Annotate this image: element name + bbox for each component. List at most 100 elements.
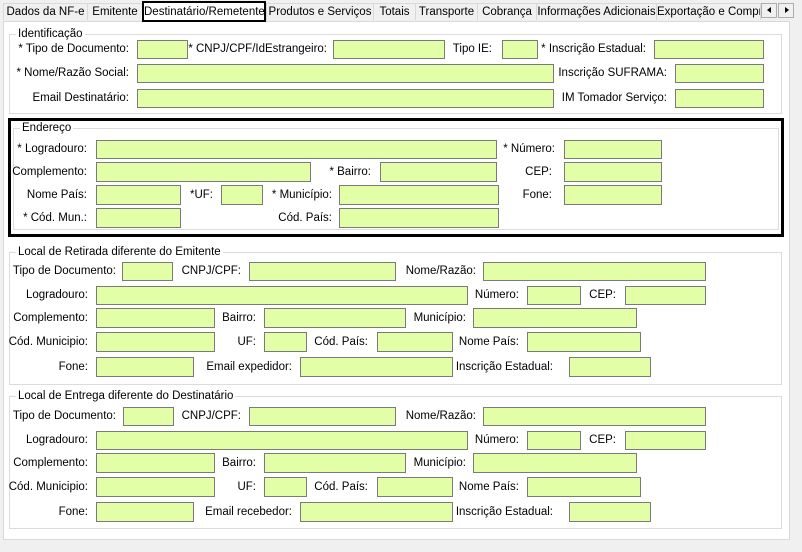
entrega-municipio-input[interactable] bbox=[473, 453, 637, 473]
identificacao-suframa-label: Inscrição SUFRAMA: bbox=[558, 67, 667, 79]
entrega-tipo-documento-input[interactable] bbox=[123, 407, 174, 426]
entrega-uf-input[interactable] bbox=[264, 477, 307, 497]
group-title: Local de Retirada diferente do Emitente bbox=[16, 245, 223, 259]
tab-scroll-right-button[interactable] bbox=[778, 3, 794, 18]
retirada-numero-label: Número: bbox=[474, 289, 519, 301]
retirada-bairro-input[interactable] bbox=[264, 308, 406, 328]
entrega-fone-label: Fone: bbox=[58, 506, 88, 518]
entrega-cod-municipio-label: Cód. Municipio: bbox=[8, 481, 88, 493]
end-cod-pais-input[interactable] bbox=[339, 208, 499, 228]
retirada-fone-label: Fone: bbox=[58, 361, 88, 373]
end-uf-input[interactable] bbox=[221, 185, 263, 205]
retirada-nome-input[interactable] bbox=[483, 262, 706, 281]
identificacao-nome-label: * Nome/Razão Social: bbox=[16, 67, 130, 79]
retirada-tipo-documento-label: Tipo de Documento: bbox=[12, 265, 116, 277]
entrega-logradouro-input[interactable] bbox=[96, 431, 468, 450]
retirada-cod-pais-label: Cód. País: bbox=[314, 336, 368, 348]
tab-scroll-left-button[interactable] bbox=[761, 3, 777, 18]
entrega-cod-pais-label: Cód. País: bbox=[314, 481, 368, 493]
tab-1[interactable]: Emitente bbox=[87, 3, 143, 20]
retirada-email-label: Email expedidor: bbox=[206, 361, 292, 373]
retirada-cod-pais-input[interactable] bbox=[377, 332, 453, 352]
retirada-municipio-input[interactable] bbox=[473, 308, 637, 328]
end-numero-input[interactable] bbox=[564, 140, 662, 159]
end-nome-pais-input[interactable] bbox=[96, 185, 181, 205]
entrega-numero-input[interactable] bbox=[527, 431, 581, 450]
entrega-fone-input[interactable] bbox=[96, 502, 194, 522]
retirada-cnpj-input[interactable] bbox=[249, 262, 396, 281]
tab-4[interactable]: Totais bbox=[373, 3, 416, 20]
entrega-municipio-label: Município: bbox=[413, 457, 466, 469]
entrega-nome-pais-label: Nome País: bbox=[458, 481, 519, 493]
end-fone-input[interactable] bbox=[564, 185, 662, 205]
entrega-cod-pais-input[interactable] bbox=[377, 477, 453, 497]
endereco-cod-pais-label: Cód. País: bbox=[278, 212, 332, 224]
endereco-cod-mun-label: * Cód. Mun.: bbox=[23, 212, 87, 224]
dest-tipo-ie-input[interactable] bbox=[502, 40, 538, 59]
retirada-email-input[interactable] bbox=[300, 357, 453, 377]
end-cod-mun-input[interactable] bbox=[96, 208, 181, 228]
retirada-municipio-label: Município: bbox=[413, 312, 466, 324]
endereco-numero-label: * Número: bbox=[503, 143, 555, 155]
retirada-tipo-documento-input[interactable] bbox=[122, 262, 173, 281]
dest-suframa-input[interactable] bbox=[675, 64, 764, 83]
dest-nome-input[interactable] bbox=[137, 64, 554, 83]
group-title: Local de Entrega diferente do Destinatár… bbox=[16, 389, 236, 403]
endereco-uf-label: *UF: bbox=[190, 189, 213, 201]
endereco-bairro-label: * Bairro: bbox=[329, 166, 371, 178]
dest-inscricao-estadual-input[interactable] bbox=[654, 40, 764, 59]
tab-5[interactable]: Transporte bbox=[415, 3, 478, 20]
end-complemento-input[interactable] bbox=[96, 162, 311, 182]
entrega-cnpj-input[interactable] bbox=[249, 407, 396, 426]
entrega-cep-label: CEP: bbox=[589, 434, 616, 446]
end-logradouro-input[interactable] bbox=[96, 140, 497, 159]
tab-3[interactable]: Produtos e Serviços bbox=[266, 3, 374, 20]
end-bairro-input[interactable] bbox=[380, 162, 497, 182]
retirada-nome-pais-input[interactable] bbox=[527, 332, 641, 352]
retirada-nome-pais-label: Nome País: bbox=[458, 336, 519, 348]
tab-2[interactable]: Destinatário/Remetente bbox=[142, 1, 266, 22]
entrega-cep-input[interactable] bbox=[625, 431, 706, 450]
identificacao-cnpj-label: * CNPJ/CPF/IdEstrangeiro: bbox=[188, 43, 327, 55]
retirada-complemento-input[interactable] bbox=[96, 308, 215, 328]
end-municipio-input[interactable] bbox=[339, 185, 499, 205]
endereco-complemento-label: Complemento: bbox=[12, 166, 87, 178]
entrega-logradouro-label: Logradouro: bbox=[25, 434, 88, 446]
entrega-email-input[interactable] bbox=[300, 502, 453, 522]
retirada-cod-municipio-input[interactable] bbox=[96, 332, 215, 352]
entrega-tipo-documento-label: Tipo de Documento: bbox=[12, 410, 116, 422]
tab-0[interactable]: Dados da NF-e bbox=[3, 3, 88, 20]
dest-tipo-documento-input[interactable] bbox=[137, 40, 188, 59]
entrega-uf-label: UF: bbox=[237, 481, 256, 493]
entrega-numero-label: Número: bbox=[474, 434, 519, 446]
entrega-cod-municipio-input[interactable] bbox=[96, 477, 215, 497]
retirada-cep-label: CEP: bbox=[589, 289, 616, 301]
entrega-bairro-input[interactable] bbox=[264, 453, 406, 473]
dest-im-tomador-input[interactable] bbox=[675, 89, 764, 108]
entrega-complemento-label: Complemento: bbox=[13, 457, 88, 469]
retirada-logradouro-input[interactable] bbox=[96, 286, 468, 305]
retirada-inscricao-estadual-input[interactable] bbox=[569, 357, 651, 377]
entrega-nome-input[interactable] bbox=[483, 407, 706, 426]
identificacao-tipo-documento-label: * Tipo de Documento: bbox=[18, 43, 129, 55]
entrega-nome-pais-input[interactable] bbox=[527, 477, 641, 497]
retirada-cep-input[interactable] bbox=[625, 286, 706, 305]
identificacao-tipo-ie-label: Tipo IE: bbox=[452, 43, 492, 55]
dest-cnpj-input[interactable] bbox=[333, 40, 445, 59]
endereco-fone-label: Fone: bbox=[522, 189, 552, 201]
retirada-fone-input[interactable] bbox=[96, 357, 194, 377]
end-cep-input[interactable] bbox=[564, 162, 662, 182]
tab-7[interactable]: Informações Adicionais bbox=[536, 3, 657, 20]
entrega-complemento-input[interactable] bbox=[96, 453, 215, 473]
endereco-logradouro-label: * Logradouro: bbox=[17, 143, 87, 155]
dest-email-input[interactable] bbox=[137, 89, 554, 108]
retirada-numero-input[interactable] bbox=[527, 286, 581, 305]
tab-6[interactable]: Cobrança bbox=[477, 3, 537, 20]
entrega-bairro-label: Bairro: bbox=[222, 457, 256, 469]
group-title: Endereço bbox=[20, 121, 74, 135]
retirada-uf-input[interactable] bbox=[264, 332, 307, 352]
retirada-cod-municipio-label: Cód. Municipio: bbox=[8, 336, 88, 348]
entrega-inscricao-estadual-input[interactable] bbox=[569, 502, 651, 522]
tab-8[interactable]: Exportação e Compr bbox=[656, 3, 761, 20]
endereco-cep-label: CEP: bbox=[525, 166, 552, 178]
